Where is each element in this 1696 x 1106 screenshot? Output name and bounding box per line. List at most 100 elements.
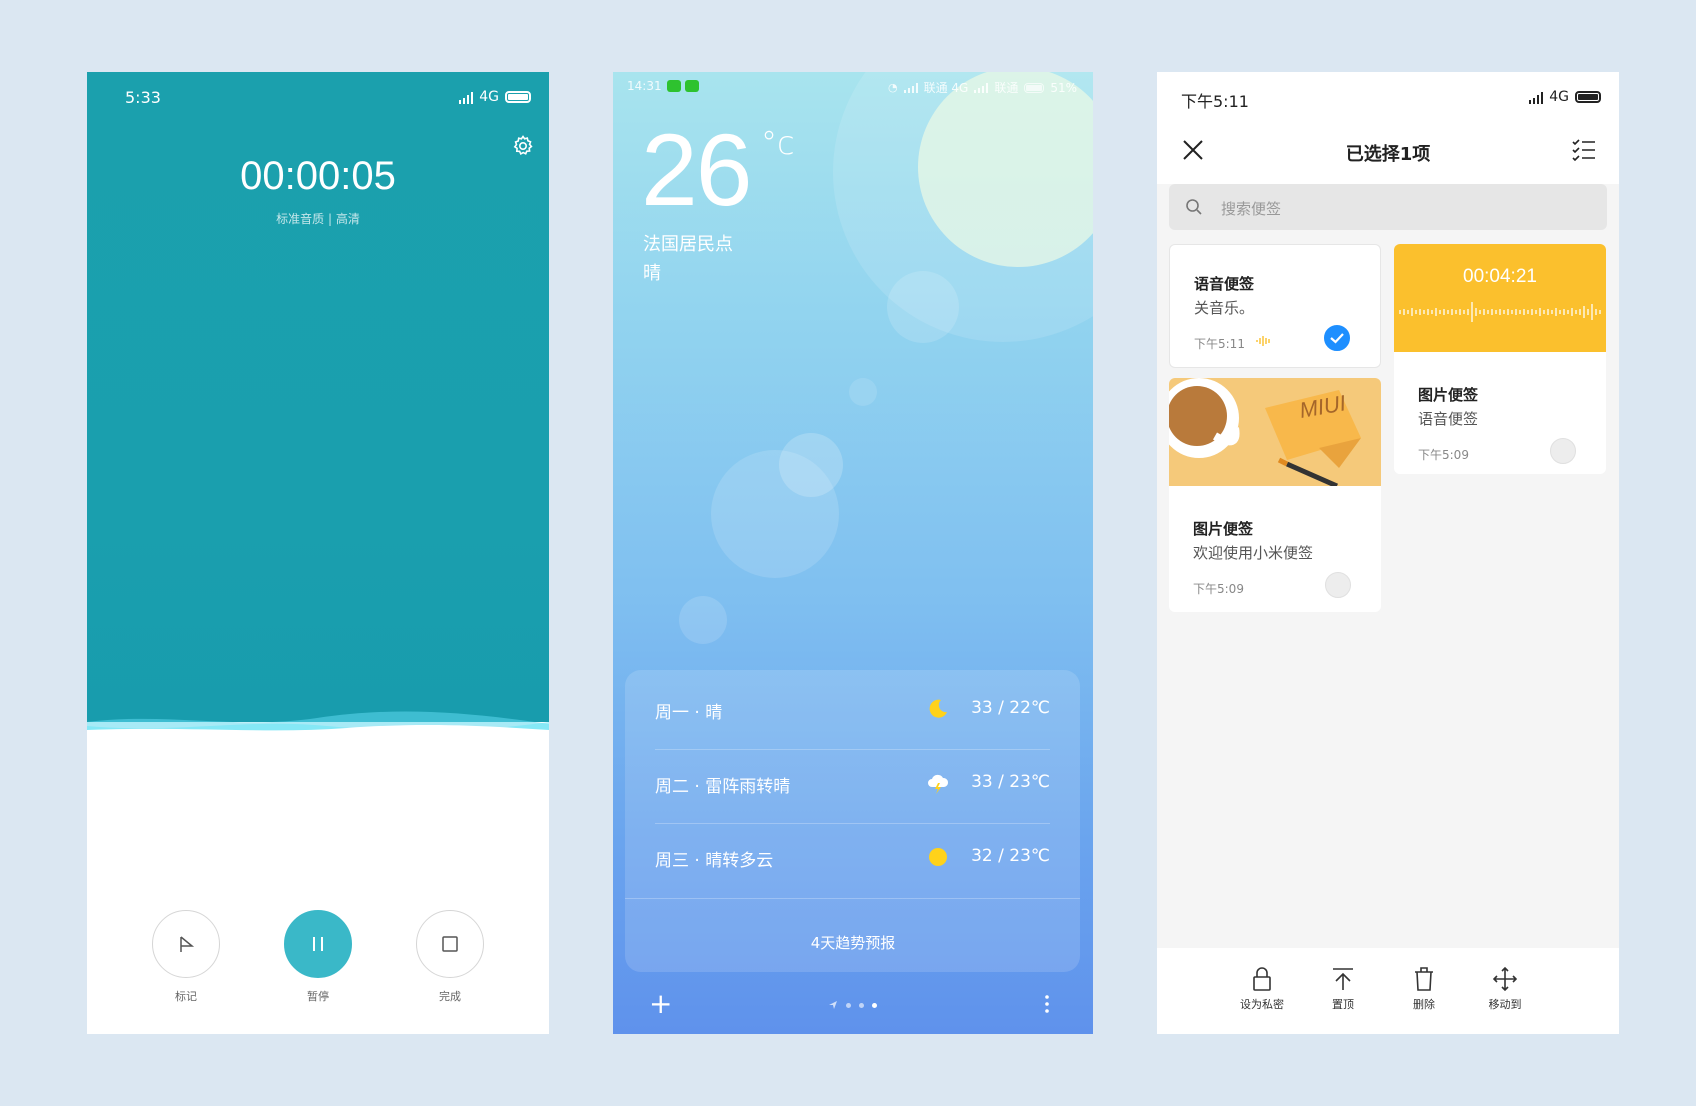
- note-body: 关音乐。: [1194, 299, 1255, 317]
- trend-forecast-link[interactable]: 4天趋势预报: [613, 932, 1093, 953]
- signal-icon: [1529, 90, 1544, 104]
- done-label: 完成: [439, 990, 461, 1003]
- note-body: 语音便签: [1418, 410, 1479, 428]
- divider: [625, 898, 1080, 899]
- note-title: 图片便签: [1418, 386, 1479, 404]
- note-time: 下午5:09: [1418, 448, 1469, 462]
- page-indicator[interactable]: [828, 1000, 877, 1010]
- recorder-screen: 5:33 4G 00:00:05 标准音质 | 高清 标记 暂停 完成: [87, 72, 549, 1034]
- wifi-icon: ◔: [887, 81, 898, 94]
- recording-timer: 00:00:05: [240, 154, 396, 198]
- audio-waveform: [1399, 302, 1601, 322]
- forecast-row[interactable]: 周二 · 雷阵雨转晴 33 / 23℃: [655, 744, 1050, 824]
- weather-screen: 14:31 ◔ 联通 4G 联通 51% 26 °c 法国居民点 晴 周一 · …: [613, 72, 1093, 1034]
- pin-top-button[interactable]: 置顶: [1303, 966, 1383, 1012]
- trash-icon: [1415, 967, 1433, 991]
- location-name[interactable]: 法国居民点: [643, 230, 733, 256]
- pause-icon: [313, 937, 323, 951]
- select-checkbox[interactable]: [1550, 438, 1576, 464]
- action-bar: 设为私密 置顶 删除 移动到: [1157, 948, 1619, 1034]
- forecast-temp: 32 / 23℃: [971, 846, 1050, 866]
- wechat-notification-icon: [685, 80, 699, 92]
- carrier-2: 联通: [994, 81, 1019, 95]
- note-card-voice-header[interactable]: 00:04:21 图片便签 语音便签 下午5:09: [1394, 244, 1606, 474]
- thunder-cloud-icon: [928, 774, 949, 794]
- carrier-1: 联通 4G: [923, 81, 969, 95]
- forecast-row[interactable]: 周三 · 晴转多云 32 / 23℃: [655, 818, 1050, 898]
- pin-top-label: 置顶: [1332, 998, 1354, 1011]
- battery-percent: 51%: [1050, 80, 1077, 95]
- signal-icon: [903, 82, 918, 93]
- pause-button[interactable]: [284, 910, 352, 978]
- pause-label: 暂停: [307, 990, 329, 1003]
- flag-icon: [180, 936, 195, 952]
- forecast-temp: 33 / 22℃: [971, 698, 1050, 718]
- moon-icon: [929, 699, 947, 718]
- wechat-notification-icon: [667, 80, 681, 92]
- mark-button[interactable]: [152, 910, 220, 978]
- wave-decoration: [87, 711, 549, 772]
- page-dot-active: [872, 1002, 877, 1008]
- more-menu-icon[interactable]: [1045, 994, 1049, 1014]
- pin-top-icon: [1333, 968, 1353, 990]
- forecast-row[interactable]: 周一 · 晴 33 / 22℃: [655, 670, 1050, 750]
- page-dot: [846, 1002, 851, 1008]
- note-card-voice[interactable]: 语音便签 关音乐。 下午5:11: [1169, 244, 1381, 368]
- move-arrows-icon: [1493, 966, 1517, 992]
- status-time: 5:33: [125, 88, 161, 107]
- notes-screen: 下午5:11 4G 已选择1项 搜索便签 语音便签 关音乐。 下午5:11 MI…: [1157, 72, 1619, 1034]
- status-time: 14:31: [627, 79, 662, 93]
- mark-label: 标记: [175, 990, 197, 1003]
- current-condition: 晴: [643, 263, 661, 284]
- select-all-icon[interactable]: [1571, 138, 1597, 162]
- add-city-button[interactable]: +: [649, 990, 672, 1018]
- search-icon: [1186, 199, 1202, 215]
- signal-icon: [459, 90, 474, 104]
- network-label: 4G: [1549, 89, 1569, 105]
- stop-square-icon: [442, 936, 458, 952]
- status-bar: 14:31 ◔ 联通 4G 联通 51%: [613, 78, 1093, 98]
- network-label: 4G: [479, 89, 499, 105]
- done-button[interactable]: [416, 910, 484, 978]
- note-title: 图片便签: [1193, 520, 1254, 538]
- selected-checkbox[interactable]: [1324, 325, 1350, 351]
- note-time: 下午5:09: [1193, 582, 1244, 596]
- forecast-day: 周二 · 雷阵雨转晴: [655, 777, 791, 797]
- battery-icon: [1575, 91, 1601, 103]
- selection-title: 已选择1项: [1345, 144, 1431, 165]
- current-temperature: 26: [641, 113, 752, 227]
- battery-icon: [505, 91, 531, 103]
- forecast-day: 周一 · 晴: [655, 703, 723, 723]
- checkmark-icon: [1330, 333, 1344, 344]
- status-bar: 下午5:11 4G: [1157, 86, 1619, 111]
- set-private-label: 设为私密: [1240, 998, 1284, 1011]
- location-arrow-icon: [829, 1001, 837, 1009]
- delete-label: 删除: [1413, 998, 1435, 1011]
- move-to-label: 移动到: [1488, 998, 1522, 1011]
- set-private-button[interactable]: 设为私密: [1222, 966, 1302, 1012]
- audio-wave-icon: [1256, 336, 1270, 346]
- signal-icon: [974, 82, 989, 93]
- move-to-button[interactable]: 移动到: [1465, 966, 1545, 1012]
- note-illustration: MIUI: [1169, 378, 1381, 486]
- status-time: 下午5:11: [1181, 92, 1249, 111]
- quality-label: 标准音质 | 高清: [276, 212, 360, 226]
- select-checkbox[interactable]: [1325, 572, 1351, 598]
- note-time: 下午5:11: [1194, 337, 1245, 351]
- showcase-canvas: 5:33 4G 00:00:05 标准音质 | 高清 标记 暂停 完成 14:3…: [0, 0, 1696, 1106]
- forecast-day: 周三 · 晴转多云: [655, 851, 774, 871]
- page-dot: [859, 1002, 864, 1008]
- sun-icon: [929, 848, 947, 866]
- search-placeholder: 搜索便签: [1221, 200, 1282, 218]
- search-bar[interactable]: 搜索便签: [1169, 184, 1607, 230]
- status-bar: 5:33 4G: [87, 86, 549, 110]
- forecast-temp: 33 / 23℃: [971, 772, 1050, 792]
- temperature-unit: °c: [761, 124, 795, 162]
- battery-icon: [1024, 82, 1045, 93]
- lock-icon: [1253, 967, 1271, 991]
- note-body: 欢迎使用小米便签: [1193, 544, 1314, 562]
- voice-header: [1394, 244, 1606, 352]
- delete-button[interactable]: 删除: [1384, 966, 1464, 1012]
- note-title: 语音便签: [1194, 275, 1255, 293]
- note-card-image[interactable]: MIUI 图片便签 欢迎使用小米便签 下午5:09: [1169, 378, 1381, 612]
